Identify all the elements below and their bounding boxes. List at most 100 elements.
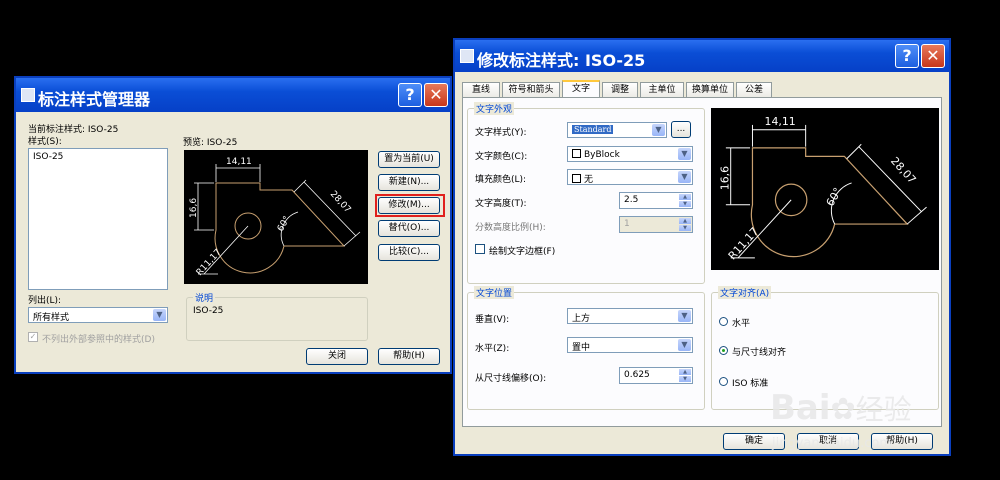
watermark-brand: Bai	[770, 388, 831, 428]
text-style-select[interactable]: Standard ▼	[567, 122, 667, 138]
tab-fit[interactable]: 调整	[602, 82, 638, 97]
text-style-browse-button[interactable]: ...	[671, 121, 691, 138]
preview-pane: 14,11 16,6 28,07 60° R11,17	[711, 108, 939, 270]
dim-width: 14,11	[226, 157, 252, 167]
text-height-value: 2.5	[624, 195, 639, 205]
tab-alternate-units[interactable]: 换算单位	[686, 82, 734, 97]
autocad-icon	[460, 49, 474, 63]
spinner-icon[interactable]: ▲ ▼	[679, 369, 691, 382]
styles-list[interactable]: ISO-25	[28, 148, 168, 290]
offset-input[interactable]: 0.625 ▲ ▼	[619, 367, 693, 384]
align-horizontal-radio[interactable]	[719, 317, 728, 326]
list-filter-value: 所有样式	[33, 313, 70, 323]
dim-height: 16,6	[189, 198, 199, 218]
horizontal-label: 水平(Z):	[475, 344, 510, 354]
tab-tolerances[interactable]: 公差	[736, 82, 772, 97]
dim-angle: 60°	[276, 215, 293, 234]
dimension-preview-drawing: 14,11 16,6 28,07 60° R11,17	[189, 157, 361, 278]
baidu-watermark: Bai✿经验	[770, 388, 912, 428]
list-filter-select[interactable]: 所有样式 ▼	[28, 307, 168, 323]
watermark-brand-cn: 经验	[855, 393, 912, 426]
text-style-value: Standard	[572, 125, 614, 134]
align-horizontal-label: 水平	[732, 319, 751, 329]
description-text: ISO-25	[193, 306, 224, 316]
title-bar[interactable]: 修改标注样式: ISO-25 ? ✕	[455, 40, 949, 72]
text-height-label: 文字高度(T):	[475, 199, 527, 209]
horizontal-value: 置中	[572, 343, 591, 353]
color-swatch-icon	[572, 174, 581, 183]
chevron-down-icon[interactable]: ▼	[678, 148, 691, 160]
tab-lines[interactable]: 直线	[462, 82, 500, 97]
autocad-icon	[21, 88, 35, 102]
window-title: 修改标注样式: ISO-25	[477, 51, 646, 70]
list-filter-label: 列出(L):	[28, 296, 62, 306]
paw-icon: ✿	[830, 392, 856, 427]
fraction-scale-label: 分数高度比例(H):	[475, 223, 546, 233]
text-style-label: 文字样式(Y):	[475, 128, 527, 138]
chevron-down-icon[interactable]: ▼	[678, 171, 691, 183]
close-icon[interactable]: ✕	[424, 83, 448, 107]
color-swatch-icon	[572, 149, 581, 158]
description-group: 说明 ISO-25	[186, 291, 368, 341]
fill-color-value: 无	[584, 175, 594, 185]
tab-panel: 文字外观 文字样式(Y): Standard ▼ ... 文字颜色(C): By…	[462, 97, 942, 427]
text-appearance-title: 文字外观	[474, 102, 515, 115]
title-bar[interactable]: 标注样式管理器 ? ✕	[16, 78, 450, 112]
dim-height: 16,6	[718, 166, 731, 190]
vertical-select[interactable]: 上方 ▼	[567, 308, 693, 324]
align-iso-label: ISO 标准	[732, 379, 769, 389]
new-button[interactable]: 新建(N)...	[378, 174, 440, 191]
modify-button[interactable]: 修改(M)...	[378, 197, 440, 214]
chevron-down-icon[interactable]: ▼	[652, 124, 665, 136]
align-with-dim-line-label: 与尺寸线对齐	[732, 348, 787, 358]
list-item[interactable]: ISO-25	[33, 152, 63, 162]
chevron-down-icon[interactable]: ▼	[678, 339, 691, 351]
spinner-icon[interactable]: ▲ ▼	[679, 218, 691, 231]
preview-label: 预览: ISO-25	[183, 138, 238, 148]
help-icon[interactable]: ?	[895, 44, 919, 68]
window-title: 标注样式管理器	[38, 90, 151, 109]
text-alignment-title: 文字对齐(A)	[718, 286, 772, 299]
exclude-xref-label: 不列出外部参照中的样式(D)	[42, 335, 155, 345]
text-color-label: 文字颜色(C):	[475, 152, 528, 162]
override-button[interactable]: 替代(O)...	[378, 220, 440, 237]
fraction-scale-input[interactable]: 1 ▲ ▼	[619, 216, 693, 233]
exclude-xref-checkbox[interactable]: ✓	[28, 332, 38, 342]
vertical-value: 上方	[572, 314, 591, 324]
tab-primary-units[interactable]: 主单位	[640, 82, 684, 97]
fill-color-select[interactable]: 无 ▼	[567, 169, 693, 185]
spinner-icon[interactable]: ▲ ▼	[679, 194, 691, 207]
align-with-dim-line-radio[interactable]	[719, 346, 728, 355]
dim-radius: R11,17	[195, 248, 224, 278]
close-icon[interactable]: ✕	[921, 44, 945, 68]
watermark-url: jingyan.baidu.com	[772, 436, 892, 451]
dim-width: 14,11	[765, 115, 796, 128]
preview-pane: 14,11 16,6 28,07 60° R11,17	[184, 150, 368, 284]
styles-label: 样式(S):	[28, 137, 62, 147]
align-iso-radio[interactable]	[719, 377, 728, 386]
help-button[interactable]: 帮助(H)	[378, 348, 440, 365]
tab-text[interactable]: 文字	[562, 80, 600, 98]
text-height-input[interactable]: 2.5 ▲ ▼	[619, 192, 693, 209]
set-current-button[interactable]: 置为当前(U)	[378, 151, 440, 168]
fraction-scale-value: 1	[624, 219, 630, 229]
chevron-down-icon[interactable]: ▼	[678, 310, 691, 322]
fill-color-label: 填充颜色(L):	[475, 175, 527, 185]
description-title: 说明	[193, 291, 216, 304]
help-icon[interactable]: ?	[398, 83, 422, 107]
draw-frame-label: 绘制文字边框(F)	[489, 247, 556, 257]
draw-frame-checkbox[interactable]	[475, 244, 485, 254]
text-color-select[interactable]: ByBlock ▼	[567, 146, 693, 162]
dimension-preview-drawing: 14,11 16,6 28,07 60° R11,17	[718, 115, 927, 262]
chevron-down-icon[interactable]: ▼	[153, 309, 166, 321]
offset-value: 0.625	[624, 370, 650, 380]
dim-slant: 28,07	[328, 189, 353, 215]
vertical-label: 垂直(V):	[475, 315, 510, 325]
close-button[interactable]: 关闭	[306, 348, 368, 365]
text-placement-title: 文字位置	[474, 286, 515, 299]
dim-radius: R11,17	[726, 225, 762, 262]
horizontal-select[interactable]: 置中 ▼	[567, 337, 693, 353]
text-color-value: ByBlock	[584, 150, 620, 160]
compare-button[interactable]: 比较(C)...	[378, 244, 440, 261]
tab-symbols-arrows[interactable]: 符号和箭头	[502, 82, 560, 97]
